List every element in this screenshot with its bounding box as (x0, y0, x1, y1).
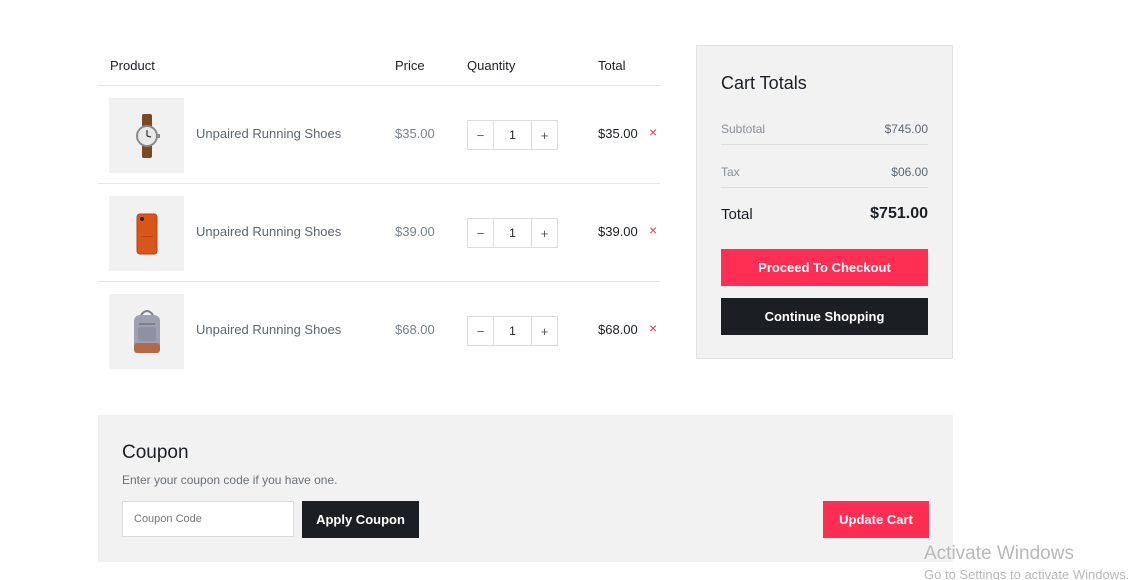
activate-windows-hint: Go to Settings to activate Windows. (924, 567, 1130, 580)
row-total: $35.00 (598, 126, 638, 141)
quantity-input[interactable]: 1 (494, 317, 531, 345)
quantity-increase-button[interactable]: + (531, 317, 557, 345)
table-row: Unpaired Running Shoes $35.00 − 1 + $35.… (98, 86, 660, 184)
quantity-stepper: − 1 + (467, 120, 558, 150)
product-price: $39.00 (395, 224, 435, 239)
quantity-input[interactable]: 1 (494, 219, 531, 247)
apply-coupon-button[interactable]: Apply Coupon (302, 501, 419, 538)
subtotal-value: $745.00 (884, 122, 928, 136)
quantity-input[interactable]: 1 (494, 121, 531, 149)
cart-totals-panel: Cart Totals Subtotal $745.00 Tax $06.00 … (696, 45, 953, 359)
coupon-description: Enter your coupon code if you have one. (122, 473, 338, 487)
row-total: $39.00 (598, 224, 638, 239)
tax-label: Tax (721, 165, 740, 179)
remove-item-icon[interactable]: × (649, 320, 657, 336)
cart-totals-title: Cart Totals (721, 73, 807, 93)
quantity-stepper: − 1 + (467, 218, 558, 248)
quantity-increase-button[interactable]: + (531, 121, 557, 149)
product-price: $35.00 (395, 126, 435, 141)
remove-item-icon[interactable]: × (649, 222, 657, 238)
product-thumbnail[interactable] (109, 98, 184, 173)
product-thumbnail[interactable] (109, 196, 184, 271)
table-row: Unpaired Running Shoes $39.00 − 1 + $39.… (98, 184, 660, 282)
quantity-increase-button[interactable]: + (531, 219, 557, 247)
subtotal-row: Subtotal $745.00 (721, 114, 928, 145)
cart-table: Product Price Quantity Total Unpaired Ru… (98, 46, 660, 380)
quantity-decrease-button[interactable]: − (468, 219, 494, 247)
header-price: Price (395, 58, 425, 73)
update-cart-button[interactable]: Update Cart (823, 501, 929, 538)
product-thumbnail[interactable] (109, 294, 184, 369)
watch-icon (135, 113, 160, 158)
subtotal-label: Subtotal (721, 122, 766, 136)
table-row: Unpaired Running Shoes $68.00 − 1 + $68.… (98, 282, 660, 380)
coupon-title: Coupon (122, 442, 189, 463)
activate-windows-watermark: Activate Windows (924, 543, 1074, 564)
quantity-decrease-button[interactable]: − (468, 121, 494, 149)
tax-value: $06.00 (891, 165, 928, 179)
total-value: $751.00 (870, 205, 928, 222)
tax-row: Tax $06.00 (721, 157, 928, 188)
backpack-icon (133, 309, 160, 353)
phone-case-icon (136, 213, 157, 254)
header-product: Product (110, 58, 155, 73)
coupon-code-input[interactable] (122, 501, 294, 537)
coupon-panel: Coupon Enter your coupon code if you hav… (98, 415, 953, 562)
product-name[interactable]: Unpaired Running Shoes (196, 322, 341, 337)
product-name[interactable]: Unpaired Running Shoes (196, 224, 341, 239)
product-name[interactable]: Unpaired Running Shoes (196, 126, 341, 141)
product-price: $68.00 (395, 322, 435, 337)
remove-item-icon[interactable]: × (649, 124, 657, 140)
cart-table-header: Product Price Quantity Total (98, 46, 660, 86)
quantity-stepper: − 1 + (467, 316, 558, 346)
quantity-decrease-button[interactable]: − (468, 317, 494, 345)
row-total: $68.00 (598, 322, 638, 337)
total-label: Total (721, 205, 753, 223)
continue-shopping-button[interactable]: Continue Shopping (721, 298, 928, 335)
proceed-to-checkout-button[interactable]: Proceed To Checkout (721, 249, 928, 286)
header-quantity: Quantity (467, 58, 516, 73)
header-total: Total (598, 58, 626, 73)
total-row: Total $751.00 (721, 199, 928, 229)
